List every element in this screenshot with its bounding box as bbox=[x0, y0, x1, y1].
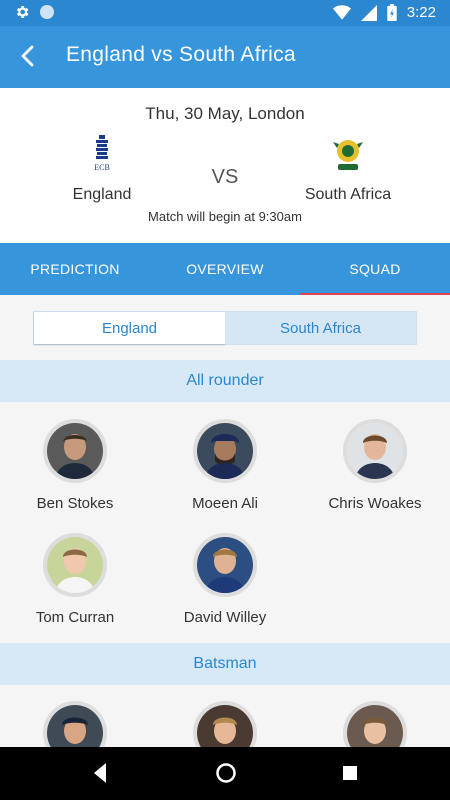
player-card[interactable]: David Willey bbox=[150, 533, 300, 626]
team-south-africa: South Africa bbox=[278, 134, 418, 204]
player-card[interactable] bbox=[0, 701, 150, 747]
tab-prediction[interactable]: PREDICTION bbox=[0, 243, 150, 295]
player-card[interactable] bbox=[300, 701, 450, 747]
south-africa-logo bbox=[278, 134, 418, 174]
settings-icon bbox=[16, 6, 29, 18]
player-name: Chris Woakes bbox=[328, 495, 422, 512]
player-card[interactable]: Tom Curran bbox=[0, 533, 150, 626]
home-nav-icon[interactable] bbox=[215, 761, 237, 785]
player-card[interactable] bbox=[150, 701, 300, 747]
toggle-south-africa[interactable]: South Africa bbox=[225, 312, 416, 344]
player-card[interactable]: Moeen Ali bbox=[150, 419, 300, 512]
system-nav-bar bbox=[0, 747, 450, 800]
player-name: David Willey bbox=[183, 609, 267, 626]
recents-nav-icon[interactable] bbox=[341, 761, 359, 785]
player-avatar bbox=[193, 701, 257, 747]
player-name: Tom Curran bbox=[35, 609, 115, 626]
back-arrow-icon[interactable] bbox=[12, 40, 44, 72]
player-avatar bbox=[343, 701, 407, 747]
battery-icon bbox=[387, 4, 397, 21]
player-avatar bbox=[43, 533, 107, 597]
team2-name: South Africa bbox=[304, 186, 392, 203]
back-nav-icon[interactable] bbox=[92, 761, 108, 785]
player-avatar bbox=[43, 701, 107, 747]
tab-squad[interactable]: SQUAD bbox=[300, 243, 450, 295]
tab-overview[interactable]: OVERVIEW bbox=[150, 243, 300, 295]
signal-icon bbox=[360, 4, 377, 21]
status-bar: 3:22 bbox=[0, 0, 450, 26]
section-header-all-rounder: All rounder bbox=[0, 360, 450, 402]
player-name: Ben Stokes bbox=[36, 495, 114, 512]
player-card[interactable]: Chris Woakes bbox=[300, 419, 450, 512]
clock: 3:22 bbox=[406, 4, 436, 21]
team-toggle: England South Africa bbox=[33, 311, 417, 345]
player-avatar bbox=[343, 419, 407, 483]
match-card: Thu, 30 May, London ECB England VS South… bbox=[0, 88, 450, 243]
player-name: Moeen Ali bbox=[192, 495, 258, 512]
squad-content[interactable]: England South Africa All rounder Ben Sto… bbox=[0, 295, 450, 747]
match-start-info: Match will begin at 9:30am bbox=[148, 209, 302, 224]
player-avatar bbox=[193, 419, 257, 483]
tab-bar: PREDICTION OVERVIEW SQUAD bbox=[0, 243, 450, 295]
sync-dot-icon bbox=[40, 5, 54, 19]
toggle-england[interactable]: England bbox=[34, 312, 225, 344]
section-header-batsman: Batsman bbox=[0, 643, 450, 685]
player-avatar bbox=[43, 419, 107, 483]
wifi-icon bbox=[332, 4, 351, 20]
player-card[interactable]: Ben Stokes bbox=[0, 419, 150, 512]
page-title: England vs South Africa bbox=[66, 43, 296, 66]
player-avatar bbox=[193, 533, 257, 597]
app-bar: England vs South Africa bbox=[0, 26, 450, 88]
match-date: Thu, 30 May, London bbox=[145, 104, 305, 123]
